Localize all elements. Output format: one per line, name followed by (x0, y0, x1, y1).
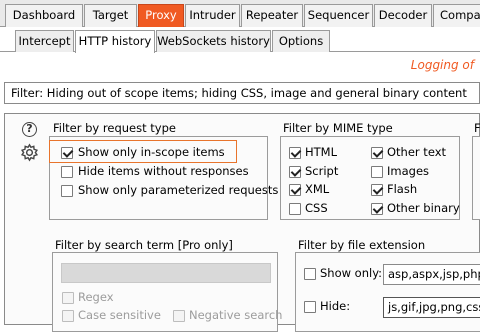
mime-other-binary-checkbox[interactable] (371, 203, 383, 215)
tab-intruder[interactable]: Intruder (185, 4, 240, 27)
case-sensitive-checkbox[interactable] (62, 310, 74, 322)
show-only-checkbox[interactable] (304, 268, 316, 280)
request-type-title: Filter by request type (53, 121, 176, 135)
hide-no-response-checkbox[interactable] (61, 166, 73, 178)
mime-css-checkbox[interactable] (289, 203, 301, 215)
negative-search-label: Negative search (189, 308, 283, 322)
in-scope-label: Show only in-scope items (78, 145, 225, 159)
mime-script-checkbox[interactable] (289, 166, 301, 178)
logging-status: Logging of (410, 58, 474, 72)
mime-type-title: Filter by MIME type (283, 121, 393, 135)
tab-decoder[interactable]: Decoder (374, 4, 432, 27)
filter-bar[interactable]: Filter: Hiding out of scope items; hidin… (4, 82, 480, 104)
tab-http-history[interactable]: HTTP history (75, 30, 155, 53)
mime-images-label: Images (387, 164, 430, 178)
mime-html-checkbox[interactable] (289, 147, 301, 159)
hide-checkbox[interactable] (304, 301, 316, 313)
hide-label: Hide: (320, 299, 351, 313)
mime-images-checkbox[interactable] (371, 166, 383, 178)
parameterized-label: Show only parameterized requests (78, 183, 279, 197)
case-sensitive-label: Case sensitive (78, 308, 161, 322)
search-term-input[interactable] (61, 263, 271, 283)
tab-target[interactable]: Target (84, 4, 137, 27)
search-term-title: Filter by search term [Pro only] (55, 238, 233, 252)
status-code-title: F (474, 121, 480, 135)
mime-xml-checkbox[interactable] (289, 184, 301, 196)
main-tab-bar: Dashboard Target Proxy Intruder Repeater… (0, 0, 480, 27)
tab-comparer[interactable]: Compa (433, 4, 480, 27)
mime-flash-label: Flash (387, 182, 418, 196)
negative-search-checkbox[interactable] (173, 310, 185, 322)
tab-sequencer[interactable]: Sequencer (304, 4, 373, 27)
mime-xml-label: XML (305, 182, 330, 196)
show-only-input[interactable]: asp,aspx,jsp,php (383, 264, 480, 285)
help-icon[interactable]: ? (22, 122, 37, 137)
tab-intercept[interactable]: Intercept (15, 30, 74, 52)
mime-html-label: HTML (305, 145, 338, 159)
mime-flash-checkbox[interactable] (371, 184, 383, 196)
file-extension-title: Filter by file extension (298, 238, 426, 252)
proxy-sub-tab-bar: Intercept HTTP history WebSockets histor… (0, 27, 480, 53)
regex-label: Regex (78, 290, 114, 304)
gear-icon[interactable] (20, 143, 39, 162)
tab-proxy[interactable]: Proxy (138, 4, 184, 27)
mime-other-text-label: Other text (387, 145, 447, 159)
regex-checkbox[interactable] (62, 292, 74, 304)
show-only-label: Show only: (320, 266, 383, 280)
parameterized-checkbox[interactable] (61, 185, 73, 197)
tab-repeater[interactable]: Repeater (241, 4, 303, 27)
status-code-group (472, 136, 480, 220)
mime-other-binary-label: Other binary (387, 201, 460, 215)
tab-websockets-history[interactable]: WebSockets history (156, 30, 271, 52)
mime-script-label: Script (305, 164, 339, 178)
tab-dashboard[interactable]: Dashboard (5, 4, 83, 27)
hide-no-response-label: Hide items without responses (78, 164, 249, 178)
tab-options[interactable]: Options (272, 30, 330, 52)
mime-css-label: CSS (305, 201, 328, 215)
in-scope-checkbox[interactable] (61, 147, 73, 159)
mime-other-text-checkbox[interactable] (371, 147, 383, 159)
hide-input[interactable]: js,gif,jpg,png,css, (383, 297, 480, 318)
